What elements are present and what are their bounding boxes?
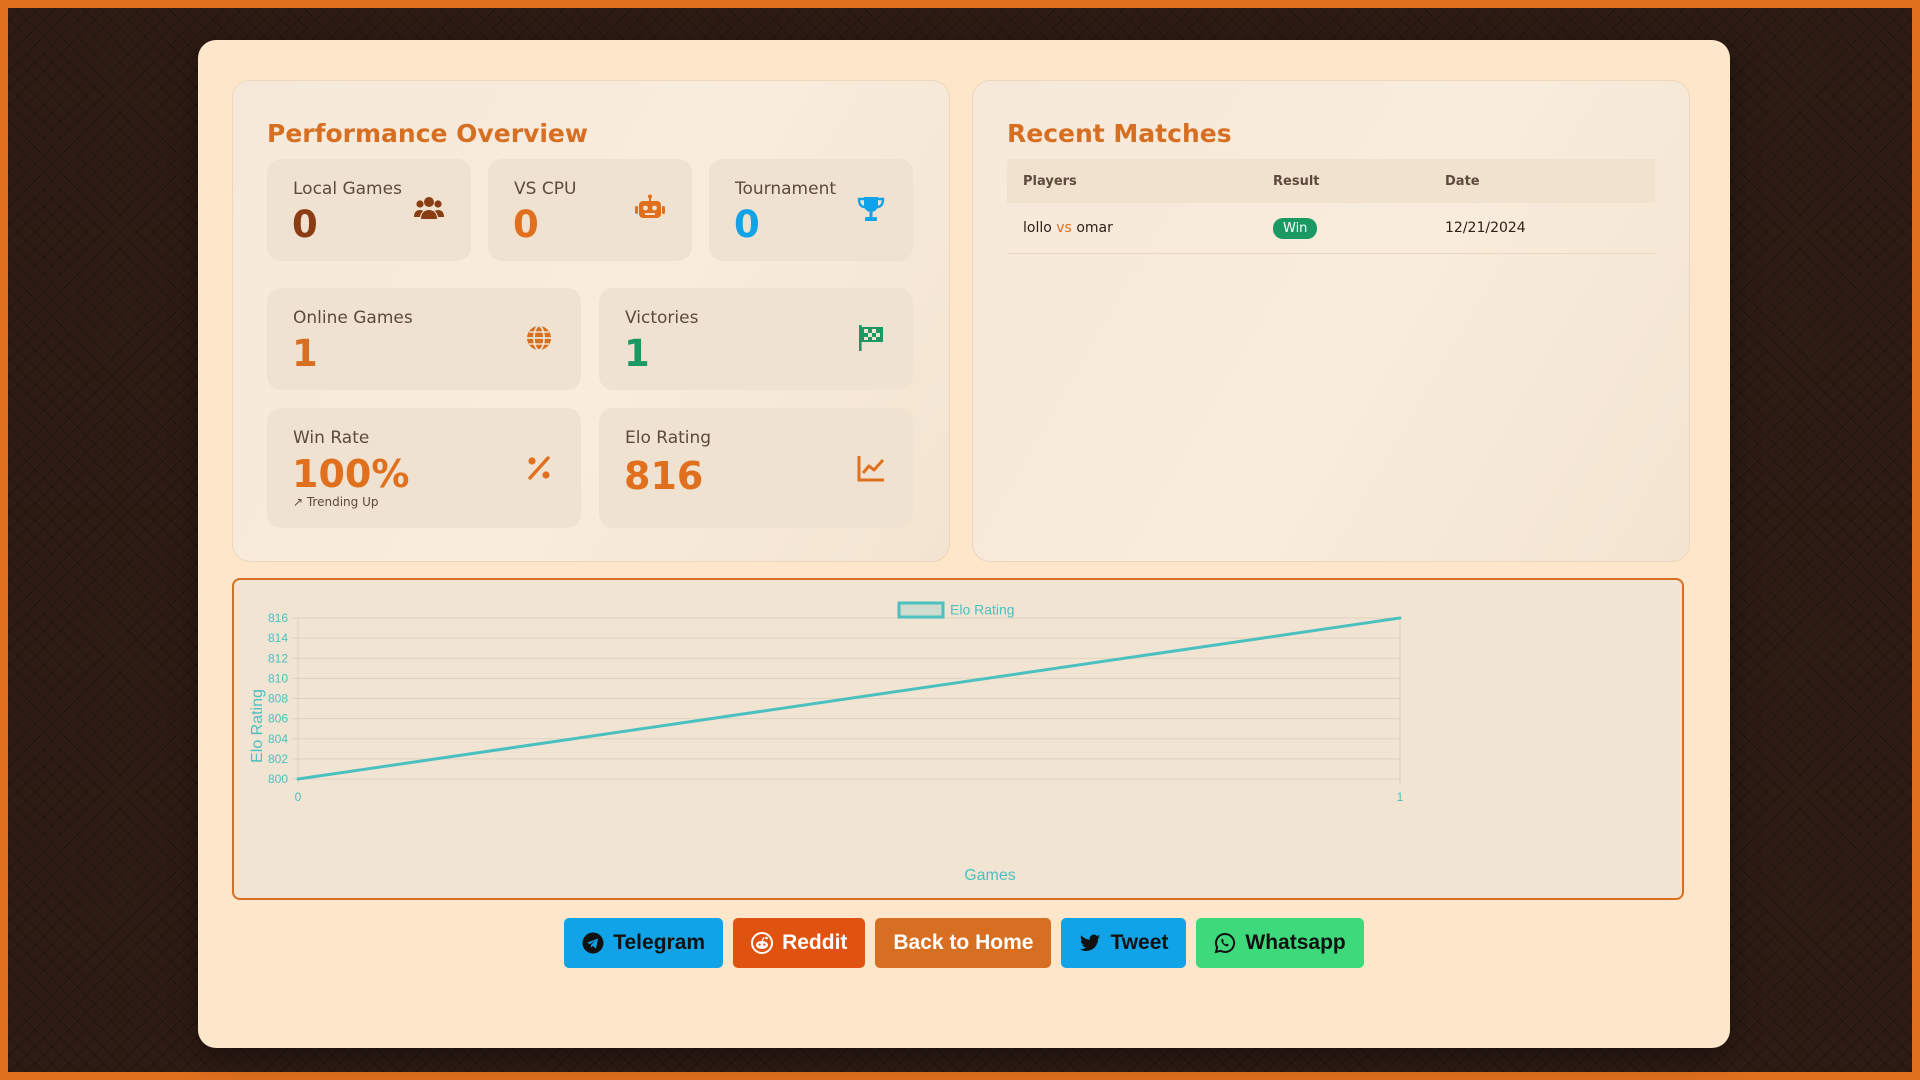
local-games-card: Local Games 0 bbox=[267, 159, 471, 261]
tournament-label: Tournament bbox=[735, 179, 837, 199]
tournament-card: Tournament 0 bbox=[709, 159, 913, 261]
telegram-label: Telegram bbox=[613, 931, 706, 954]
elo-rating-card: Elo Rating 816 bbox=[599, 408, 913, 528]
percent-icon bbox=[523, 452, 555, 484]
elo-rating-label: Elo Rating bbox=[625, 428, 712, 448]
y-tick-labels: 800 802 804 806 808 810 812 814 816 bbox=[268, 611, 288, 786]
y-tick-label: 800 bbox=[268, 772, 288, 786]
reddit-share-button[interactable]: Reddit bbox=[733, 918, 866, 968]
whatsapp-icon bbox=[1214, 932, 1236, 954]
trending-up-text: ↗ Trending Up bbox=[293, 495, 379, 509]
x-axis-title: Games bbox=[964, 867, 1016, 884]
telegram-share-button[interactable]: Telegram bbox=[564, 918, 724, 968]
tweet-label: Tweet bbox=[1110, 931, 1169, 954]
victories-value: 1 bbox=[624, 332, 650, 375]
x-tick-labels: 01 bbox=[295, 790, 1404, 804]
telegram-icon bbox=[582, 932, 604, 954]
y-axis-title: Elo Rating bbox=[249, 689, 266, 763]
legend-swatch bbox=[897, 601, 945, 619]
elo-chart: 800 802 804 806 808 810 812 814 816 01 Elo Ratin… bbox=[232, 578, 1684, 900]
vs-cpu-value: 0 bbox=[513, 203, 539, 246]
table-header-row: Players Result Date bbox=[1007, 159, 1655, 203]
vs-cpu-label: VS CPU bbox=[514, 179, 577, 199]
y-tick-label: 812 bbox=[268, 651, 288, 665]
performance-overview-panel: Performance Overview Local Games 0 VS CP… bbox=[232, 80, 950, 562]
y-tick-label: 806 bbox=[268, 712, 288, 726]
y-tick-label: 808 bbox=[268, 692, 288, 706]
checkered-flag-icon bbox=[855, 322, 887, 354]
vs-cpu-card: VS CPU 0 bbox=[488, 159, 692, 261]
win-rate-label: Win Rate bbox=[293, 428, 370, 448]
local-games-value: 0 bbox=[292, 203, 318, 246]
elo-data-point bbox=[1398, 616, 1402, 620]
x-tick-label: 0 bbox=[295, 790, 302, 804]
reddit-icon bbox=[751, 932, 774, 954]
result-badge: Win bbox=[1273, 217, 1318, 239]
elo-data-point bbox=[296, 777, 300, 781]
vs-label: vs bbox=[1056, 220, 1072, 236]
x-tick-label: 1 bbox=[1397, 790, 1404, 804]
back-to-home-button[interactable]: Back to Home bbox=[875, 918, 1052, 968]
online-games-value: 1 bbox=[292, 332, 318, 375]
online-games-label: Online Games bbox=[293, 308, 413, 328]
users-icon bbox=[413, 193, 445, 225]
recent-matches-table: Players Result Date lollo vs omar Win 12… bbox=[1007, 159, 1655, 254]
column-header-result: Result bbox=[1257, 159, 1429, 203]
chart-legend: Elo Rating bbox=[897, 601, 1015, 619]
stats-frame: Performance Overview Local Games 0 VS CP… bbox=[198, 40, 1730, 1048]
win-rate-card: Win Rate 100% ↗ Trending Up bbox=[267, 408, 581, 528]
share-buttons: Telegram Reddit Back to Home Tweet Whats… bbox=[198, 918, 1730, 970]
elo-rating-value: 816 bbox=[624, 454, 704, 498]
victories-label: Victories bbox=[625, 308, 699, 328]
elo-chart-svg: 800802804806808810812814816 01 Elo Ratin… bbox=[249, 601, 1404, 884]
y-tick-label: 810 bbox=[268, 671, 288, 685]
column-header-players: Players bbox=[1007, 159, 1257, 203]
legend-label: Elo Rating bbox=[950, 602, 1015, 618]
tournament-value: 0 bbox=[734, 203, 760, 246]
y-tick-label: 816 bbox=[268, 611, 288, 625]
recent-matches-panel: Recent Matches Players Result Date lollo… bbox=[972, 80, 1690, 562]
globe-icon bbox=[523, 322, 555, 354]
performance-overview-title: Performance Overview bbox=[267, 119, 588, 148]
twitter-icon bbox=[1079, 932, 1101, 954]
tweet-share-button[interactable]: Tweet bbox=[1061, 918, 1187, 968]
column-header-date: Date bbox=[1429, 159, 1655, 203]
match-date-cell: 12/21/2024 bbox=[1429, 203, 1655, 254]
win-rate-value: 100% bbox=[292, 452, 410, 496]
back-to-home-label: Back to Home bbox=[893, 931, 1034, 954]
match-players-cell: lollo vs omar bbox=[1007, 203, 1257, 254]
y-tick-label: 814 bbox=[268, 631, 288, 645]
table-row: lollo vs omar Win 12/21/2024 bbox=[1007, 203, 1655, 254]
chart-line-icon bbox=[855, 452, 887, 484]
recent-matches-title: Recent Matches bbox=[1007, 119, 1232, 148]
y-tick-label: 804 bbox=[268, 732, 288, 746]
victories-card: Victories 1 bbox=[599, 288, 913, 390]
whatsapp-label: Whatsapp bbox=[1245, 931, 1346, 954]
local-games-label: Local Games bbox=[293, 179, 402, 199]
online-games-card: Online Games 1 bbox=[267, 288, 581, 390]
y-tick-label: 802 bbox=[268, 752, 288, 766]
whatsapp-share-button[interactable]: Whatsapp bbox=[1196, 918, 1364, 968]
player-two-name: omar bbox=[1076, 220, 1113, 236]
trophy-icon bbox=[855, 193, 887, 225]
match-result-cell: Win bbox=[1257, 203, 1429, 254]
player-one-name: lollo bbox=[1023, 220, 1052, 236]
robot-icon bbox=[634, 193, 666, 225]
reddit-label: Reddit bbox=[782, 931, 848, 954]
